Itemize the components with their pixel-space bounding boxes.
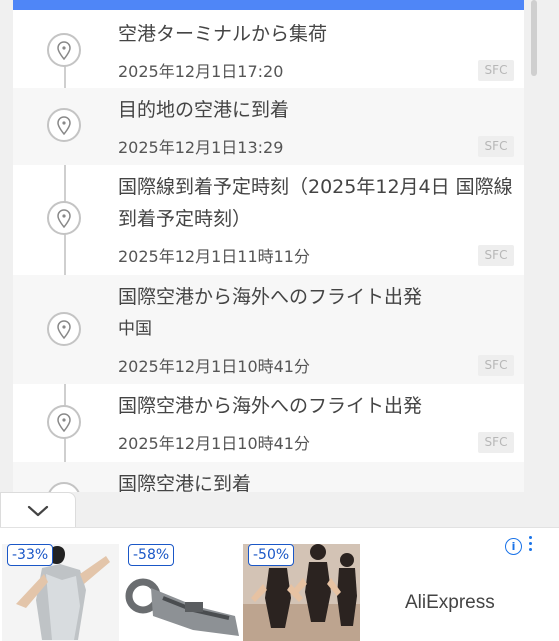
location-pin-icon	[47, 405, 81, 439]
event-time: 2025年12月1日13:29	[118, 138, 284, 157]
timeline-event: 国際線到着予定時刻（2025年12月4日 国際線到着予定時刻） 2025年12月…	[13, 165, 524, 275]
timeline-event: 国際空港から海外へのフライト出発 2025年12月1日10時41分 SFC	[13, 384, 524, 462]
carrier-badge: SFC	[478, 432, 514, 453]
event-title: 空港ターミナルから集荷	[118, 23, 328, 45]
ad-banner[interactable]: -33% -58% -50% AliExpress i	[0, 527, 559, 641]
timeline-event: 国際空港に到着	[13, 462, 524, 492]
ad-info-icon[interactable]: i	[505, 538, 522, 555]
event-time: 2025年12月1日10時41分	[118, 434, 310, 453]
discount-badge: -33%	[7, 544, 54, 566]
location-pin-icon	[47, 201, 81, 235]
carrier-badge: SFC	[478, 355, 514, 376]
top-accent-bar	[13, 0, 524, 10]
scrollbar[interactable]	[531, 0, 537, 76]
aliexpress-logo[interactable]: AliExpress	[405, 592, 495, 614]
collapse-ad-button[interactable]	[0, 492, 76, 529]
location-pin-icon	[47, 33, 81, 67]
product-image[interactable]: -33%	[2, 544, 119, 641]
event-title: 国際空港から海外へのフライト出発	[118, 286, 423, 308]
event-time: 2025年12月1日17:20	[118, 62, 284, 81]
carrier-badge: SFC	[478, 245, 514, 266]
location-pin-icon	[47, 482, 81, 492]
discount-badge: -50%	[248, 544, 295, 566]
timeline-event: 国際空港から海外へのフライト出発 中国 2025年12月1日10時41分 SFC	[13, 275, 524, 384]
product-image[interactable]: -58%	[123, 544, 240, 641]
chevron-down-icon	[27, 505, 49, 517]
carrier-badge: SFC	[478, 60, 514, 81]
tracking-timeline: 空港ターミナルから集荷 2025年12月1日17:20 SFC 目的地の空港に到…	[13, 10, 524, 492]
timeline-event: 目的地の空港に到着 2025年12月1日13:29 SFC	[13, 88, 524, 165]
event-subtitle: 中国	[118, 319, 152, 339]
carrier-badge: SFC	[478, 136, 514, 157]
event-title: 国際線到着予定時刻（2025年12月4日 国際線到着予定時刻）	[118, 176, 513, 230]
ad-more-icon[interactable]	[529, 536, 533, 554]
discount-badge: -58%	[128, 544, 175, 566]
event-title: 国際空港から海外へのフライト出発	[118, 395, 423, 417]
timeline-event: 空港ターミナルから集荷 2025年12月1日17:20 SFC	[13, 10, 524, 88]
location-pin-icon	[47, 312, 81, 346]
event-title: 国際空港に到着	[118, 473, 252, 492]
event-title: 目的地の空港に到着	[118, 99, 290, 121]
event-time: 2025年12月1日10時41分	[118, 357, 310, 376]
product-image[interactable]: -50%	[243, 544, 360, 641]
event-time: 2025年12月1日11時11分	[118, 247, 310, 266]
location-pin-icon	[47, 108, 81, 142]
